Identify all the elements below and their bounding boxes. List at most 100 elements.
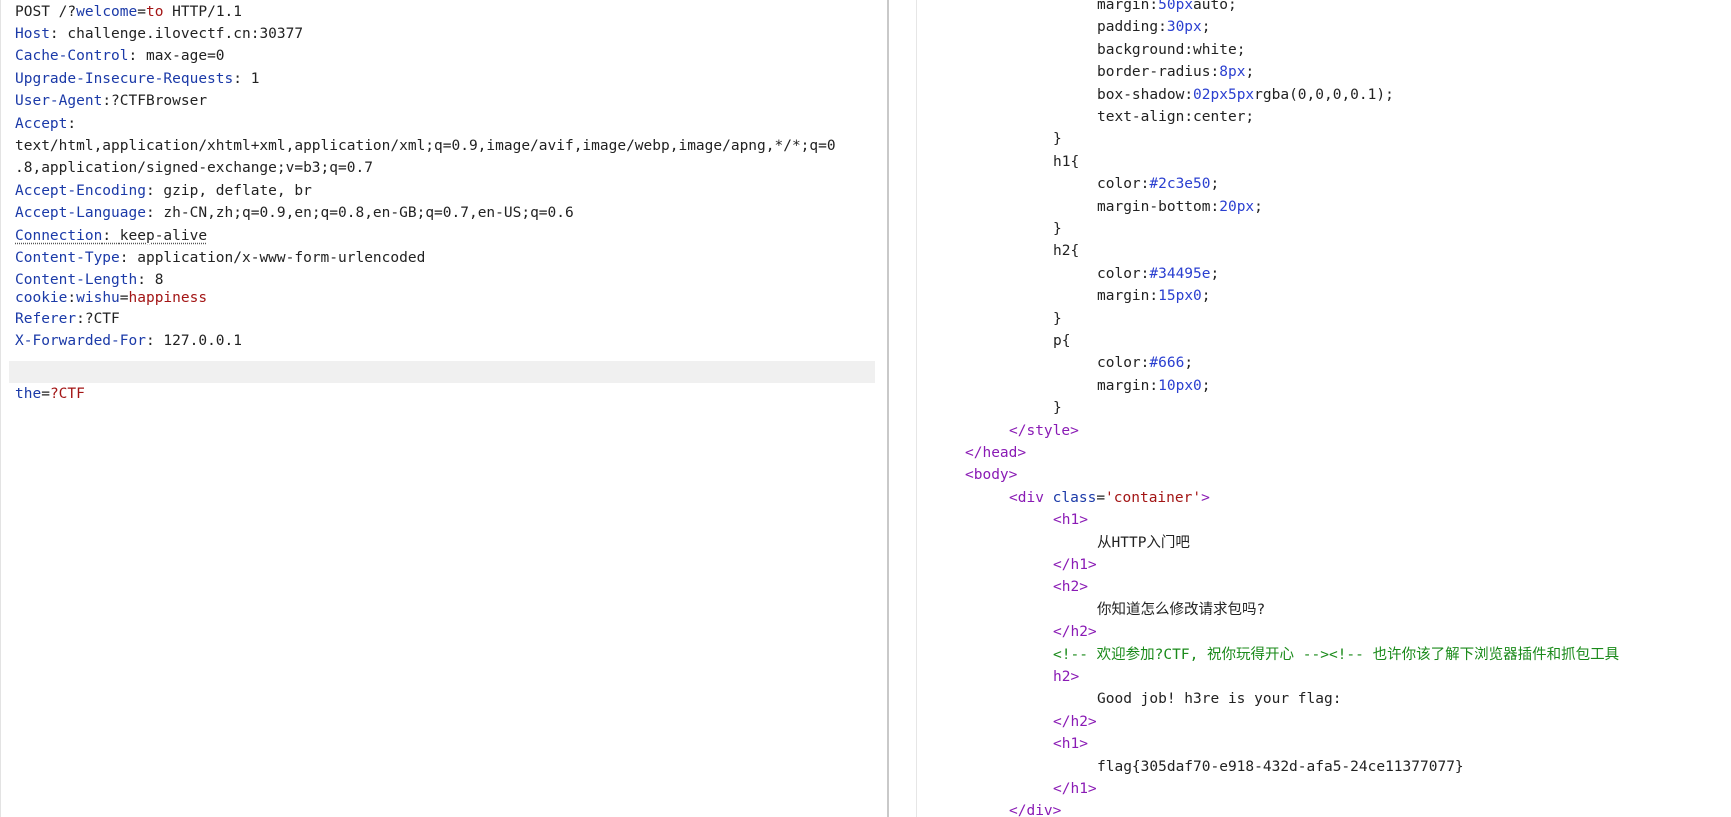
header-value: application/x-www-form-urlencoded — [137, 250, 426, 266]
css-colon: : — [1158, 19, 1167, 36]
css-property: padding — [1097, 19, 1159, 36]
css-value: 50px — [1158, 0, 1194, 13]
request-body-line[interactable]: the=?CTF — [15, 383, 85, 405]
html-tag: </h1> — [1053, 557, 1097, 573]
css-rest: ; — [1210, 176, 1220, 193]
css-property: text-align — [1097, 109, 1185, 125]
header-value: zh-CN,zh;q=0.9,en;q=0.8,en-GB;q=0.7,en-U… — [163, 205, 574, 222]
header-line[interactable]: Upgrade-Insecure-Requests: 1 — [15, 68, 259, 90]
header-line[interactable]: Accept: — [15, 113, 76, 135]
html-tag: <h1> — [1053, 736, 1088, 753]
header-line[interactable]: Host: challenge.ilovectf.cn:30377 — [15, 23, 303, 45]
header-value: gzip, deflate, br — [163, 182, 312, 199]
header-line[interactable]: User-Agent:?CTFBrowser — [15, 90, 207, 112]
css-rest: white; — [1193, 41, 1246, 58]
css-colon: : — [1149, 288, 1159, 305]
header-value: 8 — [154, 272, 164, 289]
css-selector: h1 — [1053, 153, 1071, 170]
code-line: border-radius:8px; — [1097, 61, 1254, 83]
css-rest: auto; — [1193, 0, 1237, 13]
header-key: X-Forwarded-For — [15, 333, 146, 349]
html-tag: <h1> — [1053, 512, 1088, 529]
code-line: } — [1053, 218, 1062, 240]
body-param-value: ?CTF — [49, 386, 85, 402]
cookie-equals: = — [119, 290, 129, 306]
body-equals: = — [41, 386, 50, 402]
code-line: margin:50pxauto; — [1097, 0, 1237, 16]
code-line: color:#666; — [1097, 352, 1193, 374]
html-tag-open: <div — [1009, 489, 1053, 506]
css-property: margin — [1097, 288, 1150, 305]
code-line: <!-- 欢迎参加?CTF, 祝你玩得开心 --><!-- 也许你该了解下浏览器… — [1053, 644, 1619, 666]
css-selector: h2 — [1053, 243, 1071, 260]
header-separator: : — [233, 70, 251, 87]
css-value: 02px5px — [1193, 86, 1255, 103]
html-tag: </h2> — [1053, 624, 1097, 641]
xff-header-line[interactable]: X-Forwarded-For: 127.0.0.1 — [15, 330, 242, 352]
header-separator: : — [119, 250, 138, 266]
referer-header-line[interactable]: Referer:?CTF — [15, 308, 120, 330]
code-line: } — [1053, 308, 1062, 330]
html-attr-name: class — [1052, 489, 1097, 506]
cookie-header-line[interactable]: cookie:wishu=happiness — [15, 287, 207, 309]
code-line: 你知道怎么修改请求包吗? — [1097, 599, 1265, 621]
css-rest: ; — [1245, 64, 1255, 81]
css-value: 8px — [1219, 64, 1246, 81]
code-line: <div class='container'> — [1009, 487, 1210, 509]
request-editor[interactable]: POST /?welcome=to HTTP/1.1 Host: challen… — [0, 0, 887, 817]
header-key: Accept-Language — [15, 205, 146, 222]
header-separator: : — [145, 333, 164, 349]
css-value: #2c3e50 — [1149, 176, 1211, 193]
code-line: text-align:center; — [1097, 106, 1254, 128]
code-line: h2{ — [1053, 240, 1079, 262]
code-line: margin-bottom:20px; — [1097, 196, 1263, 218]
css-rest: rgba(0,0,0,0.1); — [1254, 86, 1394, 103]
html-tag: h2> — [1053, 669, 1080, 685]
header-line[interactable]: .8,application/signed-exchange;v=b3;q=0.… — [15, 157, 373, 179]
css-property: color — [1097, 176, 1141, 193]
css-property: color — [1097, 355, 1141, 372]
request-line[interactable]: POST /?welcome=to HTTP/1.1 — [15, 1, 242, 23]
request-path: /? — [58, 4, 77, 20]
header-key: Upgrade-Insecure-Requests — [15, 70, 234, 87]
request-method: POST — [15, 4, 50, 20]
code-line: <h1> — [1053, 509, 1088, 531]
css-rest: ; — [1254, 198, 1263, 215]
header-key: cookie — [15, 290, 68, 306]
css-property: border-radius — [1097, 64, 1211, 81]
header-line[interactable]: Accept-Encoding: gzip, deflate, br — [15, 180, 312, 202]
css-colon: : — [1210, 64, 1220, 81]
css-colon: : — [1184, 109, 1194, 125]
code-line: <body> — [965, 464, 1017, 486]
code-line: flag{305daf70-e918-432d-afa5-24ce1137707… — [1097, 756, 1464, 778]
css-rest: ; — [1201, 377, 1211, 394]
css-property: background — [1097, 41, 1185, 58]
header-line[interactable]: Connection: keep-alive — [15, 225, 207, 247]
css-value: 20px — [1219, 198, 1255, 215]
header-line[interactable]: Cache-Control: max-age=0 — [15, 45, 225, 67]
header-value: keep-alive — [119, 227, 208, 244]
response-viewer[interactable]: margin:50pxauto; padding:30px; background:… — [917, 0, 1731, 817]
header-line[interactable]: text/html,application/xhtml+xml,applicat… — [15, 135, 836, 157]
header-key: Content-Type — [15, 250, 120, 266]
css-rest: { — [1061, 333, 1071, 349]
header-line[interactable]: Accept-Language: zh-CN,zh;q=0.9,en;q=0.8… — [15, 202, 574, 224]
css-property: box-shadow — [1097, 86, 1185, 103]
css-value: #34495e — [1149, 265, 1211, 282]
code-line: margin:10px0; — [1097, 375, 1211, 397]
header-value: ?CTFBrowser — [111, 93, 208, 110]
css-value: 15px0 — [1158, 288, 1202, 305]
css-value: 10px0 — [1158, 377, 1202, 394]
css-colon: : — [1149, 0, 1159, 13]
body-param-name: the — [15, 386, 42, 402]
code-line: <h1> — [1053, 733, 1088, 755]
query-param-value: to — [145, 4, 164, 20]
html-tag: </div> — [1009, 803, 1062, 817]
html-tag: <body> — [965, 467, 1018, 484]
css-rest: ; — [1210, 265, 1220, 282]
header-value: .8,application/signed-exchange;v=b3;q=0.… — [15, 160, 373, 177]
code-line: color:#2c3e50; — [1097, 173, 1219, 195]
header-line[interactable]: Content-Type: application/x-www-form-url… — [15, 247, 425, 269]
code-line: } — [1053, 397, 1062, 419]
css-rest: } — [1053, 131, 1062, 148]
